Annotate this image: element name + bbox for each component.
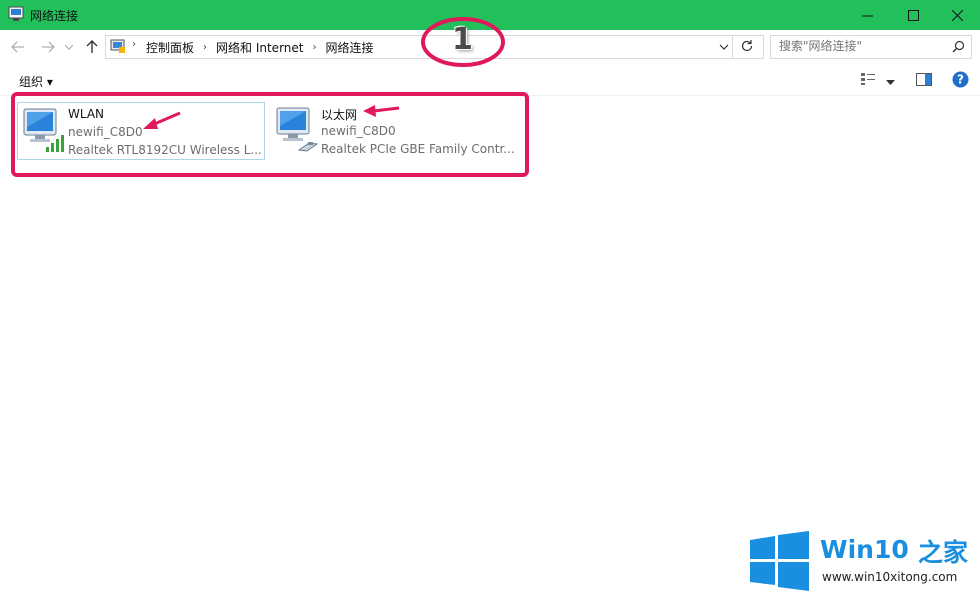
- back-arrow-icon: [11, 41, 24, 53]
- search-icon[interactable]: [952, 40, 965, 53]
- forward-button[interactable]: [39, 38, 57, 56]
- up-button[interactable]: [83, 38, 101, 56]
- maximize-icon: [907, 9, 919, 21]
- help-button[interactable]: ?: [952, 71, 969, 91]
- chevron-down-icon: [719, 44, 729, 50]
- caret-down-icon: [886, 80, 895, 85]
- breadcrumb-item-control-panel[interactable]: 控制面板: [146, 39, 194, 56]
- address-divider: [732, 36, 733, 58]
- breadcrumb-separator-icon[interactable]: ›: [312, 42, 316, 53]
- breadcrumb-item-network-connections[interactable]: 网络连接: [325, 39, 373, 56]
- annotation-number: 1: [452, 22, 473, 57]
- breadcrumb: 控制面板 › 网络和 Internet › 网络连接: [146, 39, 374, 56]
- view-options-icon: [861, 73, 875, 85]
- annotation-arrow-icon: [363, 105, 400, 117]
- search-box[interactable]: [770, 35, 972, 59]
- forward-arrow-icon: [42, 41, 55, 53]
- watermark-url: www.win10xitong.com: [822, 570, 958, 584]
- preview-pane-button[interactable]: [916, 73, 932, 89]
- back-button[interactable]: [9, 38, 27, 56]
- preview-pane-icon: [916, 73, 932, 86]
- close-icon: [951, 9, 963, 21]
- search-input[interactable]: [779, 39, 949, 53]
- breadcrumb-separator-icon[interactable]: ›: [203, 42, 207, 53]
- view-dropdown-button[interactable]: [886, 75, 895, 89]
- change-view-button[interactable]: [860, 72, 876, 89]
- recent-locations-button[interactable]: [64, 38, 74, 56]
- minimize-button[interactable]: [844, 0, 890, 30]
- annotation-arrow-icon: [143, 111, 181, 129]
- window-title: 网络连接: [30, 9, 79, 23]
- breadcrumb-item-network-internet[interactable]: 网络和 Internet: [216, 39, 303, 56]
- watermark-brand: Win10: [820, 535, 909, 564]
- close-button[interactable]: [934, 0, 980, 30]
- breadcrumb-root-chevron-icon[interactable]: ›: [132, 39, 136, 50]
- refresh-icon: [741, 40, 753, 52]
- chevron-down-icon: [65, 44, 73, 50]
- watermark: Win10 之家 www.win10xitong.com: [748, 531, 978, 603]
- windows-logo-icon: [750, 531, 809, 591]
- address-history-button[interactable]: [719, 40, 729, 54]
- organize-menu-button[interactable]: 组织 ▾: [19, 73, 53, 90]
- highlight-box: [11, 92, 529, 177]
- maximize-button[interactable]: [890, 0, 936, 30]
- svg-text:?: ?: [957, 73, 964, 87]
- watermark-brand-suffix: 之家: [918, 538, 969, 567]
- minimize-icon: [861, 15, 873, 16]
- network-connections-icon: [8, 6, 24, 21]
- refresh-button[interactable]: [740, 39, 754, 56]
- up-arrow-icon: [86, 40, 98, 53]
- help-icon: ?: [952, 71, 969, 88]
- control-panel-icon: [110, 39, 125, 53]
